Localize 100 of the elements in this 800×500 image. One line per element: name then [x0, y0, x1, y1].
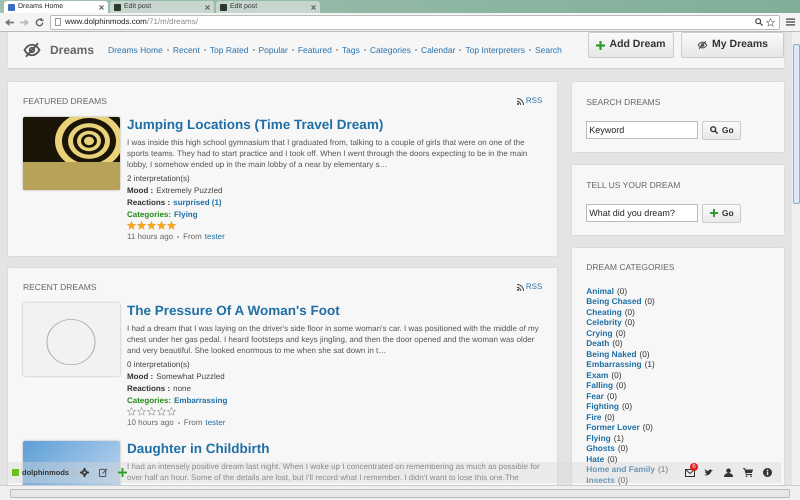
- nav-link[interactable]: Popular: [258, 44, 288, 56]
- close-icon[interactable]: [99, 4, 104, 10]
- category-link[interactable]: Flying: [174, 208, 198, 221]
- cart-icon[interactable]: [743, 468, 753, 477]
- eye-slash-icon: [696, 40, 708, 50]
- category-link[interactable]: Death: [586, 338, 610, 349]
- category-count: (0): [616, 328, 626, 338]
- dream-title-link[interactable]: Daughter in Childbirth: [127, 440, 270, 456]
- mood-value: Extremely Puzzled: [156, 184, 222, 197]
- rss-link[interactable]: RSS: [526, 281, 542, 294]
- post-time: 11 hours ago: [127, 230, 174, 243]
- category-link[interactable]: Cheating: [586, 306, 622, 318]
- interpretation-count: 2 interpretation(s): [127, 172, 190, 185]
- category-count: (0): [606, 390, 617, 402]
- mail-icon[interactable]: [685, 468, 695, 476]
- site-title: Dreams: [50, 42, 94, 59]
- mood-label: Mood :: [127, 184, 154, 197]
- go-button[interactable]: Go: [702, 120, 742, 140]
- nav-link[interactable]: Search: [534, 44, 562, 56]
- category-count: (0): [622, 401, 632, 412]
- reload-icon[interactable]: [35, 18, 44, 26]
- url-path: /71/m/dreams/: [146, 16, 198, 28]
- category-link[interactable]: Hate: [586, 454, 604, 464]
- mood-value: Somewhat Puzzled: [156, 370, 225, 382]
- site-icon: [220, 4, 227, 10]
- category-count: (0): [616, 286, 628, 296]
- site-icon: [114, 4, 121, 10]
- nav-link[interactable]: Calendar: [420, 44, 456, 56]
- category-link[interactable]: Fire: [586, 412, 602, 422]
- category-count: (0): [618, 474, 628, 485]
- category-link[interactable]: Celebrity: [586, 317, 622, 328]
- bird-icon[interactable]: [704, 468, 714, 476]
- person-icon[interactable]: [724, 468, 733, 477]
- nav-link[interactable]: Featured: [298, 44, 332, 56]
- category-count: (0): [624, 317, 635, 328]
- category-link[interactable]: Being Naked: [586, 348, 637, 360]
- address-field[interactable]: www.dolphinmods.com/71/m/dreams/: [50, 14, 780, 30]
- mood-label: Mood :: [127, 370, 154, 382]
- reaction-link[interactable]: surprised (1): [173, 196, 222, 209]
- nav-link[interactable]: Categories: [370, 44, 411, 56]
- from-label: From: [183, 230, 202, 243]
- category-count: (1): [614, 432, 624, 444]
- rss-link[interactable]: RSS: [526, 95, 542, 108]
- keyword-field[interactable]: Keyword: [586, 120, 698, 139]
- my-dreams-button[interactable]: My Dreams: [681, 32, 784, 58]
- category-link[interactable]: Falling: [586, 380, 614, 391]
- section-heading: RECENT DREAMS: [23, 280, 97, 294]
- category-count: (0): [640, 348, 650, 360]
- category-link[interactable]: Flying: [586, 432, 611, 444]
- rss-icon: [516, 98, 524, 105]
- dream-excerpt: I was inside this high school gymnasium that I graduated from, talking to a couple of girls that were on one of the sports teams. They had to start practice and I took off. When I went through the doors expecting to be in the main lobby, I somehow ended up in the main lobby of a near by elementary s…: [127, 136, 528, 170]
- vertical-scrollbar[interactable]: [792, 32, 800, 485]
- category-count: (0): [616, 380, 626, 391]
- nav-link[interactable]: Top Interpreters: [465, 44, 525, 56]
- category-link[interactable]: Animal: [586, 286, 614, 296]
- add-dream-button[interactable]: Add Dream: [588, 32, 674, 58]
- author-link[interactable]: tester: [204, 230, 225, 243]
- star-icon[interactable]: [766, 18, 775, 26]
- close-icon[interactable]: [311, 4, 316, 10]
- category-count: (0): [618, 443, 628, 454]
- category-count: (1): [658, 464, 668, 475]
- back-icon[interactable]: [5, 18, 14, 26]
- category-link[interactable]: Ghosts: [586, 443, 615, 454]
- nav-link[interactable]: Recent: [172, 44, 200, 56]
- nav-link[interactable]: Top Rated: [210, 44, 249, 56]
- category-link[interactable]: Home and Family: [586, 464, 655, 475]
- go-button[interactable]: Go: [702, 204, 742, 223]
- category-link[interactable]: Former Lover: [586, 422, 640, 433]
- nav-link[interactable]: Tags: [342, 44, 360, 56]
- dream-title-link[interactable]: Jumping Locations (Time Travel Dream): [127, 116, 384, 133]
- site-icon: [8, 4, 15, 10]
- category-link[interactable]: Crying: [586, 328, 613, 338]
- category-count: (0): [611, 370, 622, 380]
- category-link[interactable]: Exam: [586, 370, 608, 380]
- settings-icon[interactable]: [80, 468, 90, 477]
- nav-link[interactable]: Dreams Home: [108, 44, 163, 56]
- section-heading: FEATURED DREAMS: [23, 95, 107, 108]
- category-count: (0): [644, 296, 655, 307]
- dream-excerpt: I had an intensely positive dream last night. When I woke up I concentrated on remembering as much as possible for over half an hour. Some of the details are lost, but I'll record what I remember. I didn't want to lose this one.The: [127, 460, 541, 482]
- horizontal-scrollbar[interactable]: [0, 485, 800, 500]
- category-link[interactable]: Embarrassing: [174, 394, 228, 406]
- edit-icon[interactable]: [99, 468, 108, 477]
- dream-title-link[interactable]: The Pressure Of A Woman's Foot: [127, 302, 340, 318]
- category-link[interactable]: Insects: [586, 474, 615, 485]
- card-heading: SEARCH DREAMS: [586, 96, 662, 109]
- zoom-icon[interactable]: [755, 18, 763, 26]
- category-count: (0): [604, 412, 615, 422]
- author-link[interactable]: tester: [205, 416, 226, 428]
- category-link[interactable]: Fighting: [586, 401, 619, 412]
- category-link[interactable]: Fear: [586, 390, 604, 402]
- category-count: (0): [607, 454, 618, 464]
- dream-field[interactable]: What did you dream?: [586, 204, 698, 222]
- interpretation-count: 0 interpretation(s): [127, 358, 190, 370]
- close-icon[interactable]: [205, 4, 210, 10]
- info-icon[interactable]: [763, 468, 772, 477]
- category-link[interactable]: Being Chased: [586, 296, 642, 307]
- category-link[interactable]: Embarrassing: [586, 359, 642, 370]
- menu-icon[interactable]: [786, 18, 795, 26]
- card-heading: DREAM CATEGORIES: [586, 261, 676, 274]
- plus-icon[interactable]: [118, 468, 128, 477]
